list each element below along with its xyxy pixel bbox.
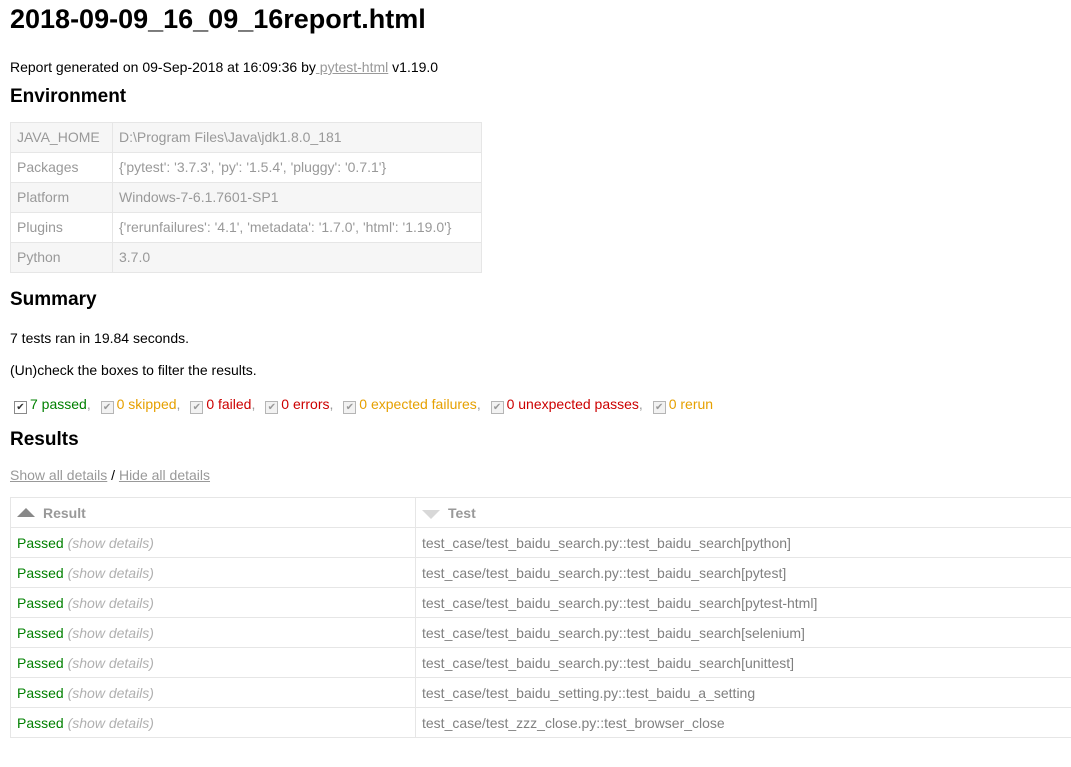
environment-value: {'rerunfailures': '4.1', 'metadata': '1.… <box>112 212 482 243</box>
filter-label: 0 rerun <box>668 396 714 412</box>
show-details-link[interactable]: (show details) <box>68 535 154 551</box>
result-row: Passed (show details) test_case/test_baid… <box>10 557 1071 588</box>
test-name-cell: test_case/test_baidu_search.py::test_bai… <box>415 647 1071 678</box>
show-all-details-link[interactable]: Show all details <box>10 467 107 483</box>
environment-value: {'pytest': '3.7.3', 'py': '1.5.4', 'plug… <box>112 152 482 183</box>
report-generated-line: Report generated on 09-Sep-2018 at 16:09… <box>10 58 1071 76</box>
filter-label: 0 errors <box>281 396 330 412</box>
result-status: Passed <box>17 594 64 611</box>
show-details-link[interactable]: (show details) <box>68 715 154 731</box>
result-column-header[interactable]: Result <box>10 497 416 528</box>
environment-row: Plugins {'rerunfailures': '4.1', 'metadat… <box>10 212 482 243</box>
filter-checkbox[interactable]: ✔ <box>190 401 204 414</box>
hide-all-details-link[interactable]: Hide all details <box>119 467 210 483</box>
environment-row: Python 3.7.0 <box>10 242 482 273</box>
filter-label: 0 unexpected passes <box>506 396 639 412</box>
show-details-link[interactable]: (show details) <box>68 655 154 671</box>
environment-key: Python <box>10 242 113 273</box>
results-heading: Results <box>10 429 79 450</box>
result-row: Passed (show details) test_case/test_baid… <box>10 587 1071 618</box>
result-status: Passed <box>17 714 64 731</box>
result-cell: Passed (show details) <box>10 647 416 678</box>
filter-separator: , <box>476 396 481 412</box>
result-cell: Passed (show details) <box>10 587 416 618</box>
test-name-cell: test_case/test_baidu_search.py::test_bai… <box>415 587 1071 618</box>
filter-label: 0 skipped <box>116 396 177 412</box>
generated-suffix: v1.19.0 <box>388 59 439 75</box>
test-name-cell: test_case/test_baidu_search.py::test_bai… <box>415 617 1071 648</box>
environment-value: 3.7.0 <box>112 242 482 273</box>
pytest-html-link[interactable]: pytest-html <box>316 59 388 75</box>
page-title: 2018-09-09_16_09_16report.html <box>10 4 426 34</box>
show-details-link[interactable]: (show details) <box>68 595 154 611</box>
filter-checkbox[interactable]: ✔ <box>14 401 27 414</box>
filter-separator: , <box>329 396 334 412</box>
show-details-link[interactable]: (show details) <box>68 625 154 641</box>
test-column-header[interactable]: Test <box>415 497 1071 528</box>
result-status: Passed <box>17 684 64 701</box>
tests-ran-text: 7 tests ran in 19.84 seconds. <box>10 330 189 346</box>
environment-key: JAVA_HOME <box>10 122 113 153</box>
result-cell: Passed (show details) <box>10 707 416 738</box>
filter-label: 0 expected failures <box>359 396 477 412</box>
filter-checkbox[interactable]: ✔ <box>652 401 666 414</box>
sort-desc-icon <box>422 509 440 519</box>
environment-key: Platform <box>10 182 113 213</box>
result-row: Passed (show details) test_case/test_baid… <box>10 617 1071 648</box>
filter-label: 0 failed <box>206 396 252 412</box>
environment-table: JAVA_HOME D:\Program Files\Java\jdk1.8.0_… <box>10 122 482 273</box>
test-name-cell: test_case/test_baidu_search.py::test_bai… <box>415 527 1071 558</box>
details-toggle-links: Show all details / Hide all details <box>10 466 1071 484</box>
sort-asc-icon <box>17 507 35 517</box>
filter-hint-text: (Un)check the boxes to filter the result… <box>10 362 257 378</box>
environment-value: D:\Program Files\Java\jdk1.8.0_181 <box>112 122 482 153</box>
environment-key: Plugins <box>10 212 113 243</box>
environment-heading: Environment <box>10 86 127 107</box>
show-details-link[interactable]: (show details) <box>68 565 154 581</box>
show-details-link[interactable]: (show details) <box>68 685 154 701</box>
result-status: Passed <box>17 564 64 581</box>
result-cell: Passed (show details) <box>10 527 416 558</box>
result-status: Passed <box>17 624 64 641</box>
filter-checkbox[interactable]: ✔ <box>490 401 504 414</box>
filter-separator: , <box>638 396 643 412</box>
summary-heading: Summary <box>10 289 97 310</box>
filter-label: 7 passed <box>30 396 87 412</box>
result-cell: Passed (show details) <box>10 557 416 588</box>
result-row: Passed (show details) test_case/test_baid… <box>10 527 1071 558</box>
report-page: 2018-09-09_16_09_16report.html Report ge… <box>0 0 1071 738</box>
details-links-separator: / <box>107 467 119 483</box>
environment-row: Platform Windows-7-6.1.7601-SP1 <box>10 182 482 213</box>
results-header-row: Result Test <box>10 497 1071 528</box>
environment-row: Packages {'pytest': '3.7.3', 'py': '1.5.4… <box>10 152 482 183</box>
result-filters: ✔ 7 passed, ✔ 0 skipped, ✔ 0 failed, ✔ 0 err… <box>10 395 1071 414</box>
test-name-cell: test_case/test_baidu_search.py::test_bai… <box>415 557 1071 588</box>
test-name-cell: test_case/test_baidu_setting.py::test_ba… <box>415 677 1071 708</box>
environment-value: Windows-7-6.1.7601-SP1 <box>112 182 482 213</box>
result-cell: Passed (show details) <box>10 617 416 648</box>
environment-key: Packages <box>10 152 113 183</box>
filter-separator: , <box>176 396 181 412</box>
filter-checkbox[interactable]: ✔ <box>343 401 357 414</box>
test-name-cell: test_case/test_zzz_close.py::test_browse… <box>415 707 1071 738</box>
filter-separator: , <box>251 396 256 412</box>
result-row: Passed (show details) test_case/test_zzz_… <box>10 707 1071 738</box>
result-status: Passed <box>17 654 64 671</box>
generated-prefix: Report generated on 09-Sep-2018 at 16:09… <box>10 59 316 75</box>
environment-row: JAVA_HOME D:\Program Files\Java\jdk1.8.0_… <box>10 122 482 153</box>
test-column-label: Test <box>448 504 476 521</box>
filter-separator: , <box>86 396 91 412</box>
result-column-label: Result <box>43 504 86 521</box>
filter-checkbox[interactable]: ✔ <box>100 401 114 414</box>
result-row: Passed (show details) test_case/test_baid… <box>10 647 1071 678</box>
result-row: Passed (show details) test_case/test_baid… <box>10 677 1071 708</box>
results-table: Result Test Passed (show details) test_ca… <box>10 497 1071 738</box>
result-status: Passed <box>17 534 64 551</box>
result-cell: Passed (show details) <box>10 677 416 708</box>
filter-checkbox[interactable]: ✔ <box>265 401 279 414</box>
